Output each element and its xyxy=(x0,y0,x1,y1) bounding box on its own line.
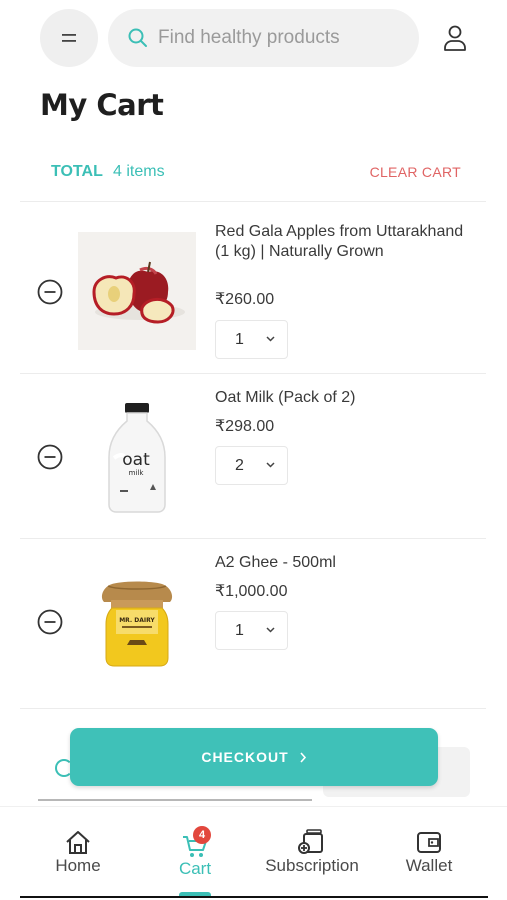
hamburger-icon xyxy=(62,34,76,42)
product-price: ₹1,000.00 xyxy=(215,583,288,600)
clear-cart-button[interactable]: CLEAR CART xyxy=(370,164,461,180)
search-icon xyxy=(128,28,147,47)
cart-count-badge: 4 xyxy=(193,826,211,844)
quantity-value: 1 xyxy=(235,330,244,348)
nav-wallet-label: Wallet xyxy=(405,856,453,875)
chevron-right-icon xyxy=(300,751,306,763)
cart-summary: TOTAL 4 items CLEAR CART xyxy=(51,161,461,183)
divider xyxy=(20,538,486,539)
search-input[interactable] xyxy=(158,27,398,49)
product-name[interactable]: Red Gala Apples from Uttarakhand (1 kg) … xyxy=(215,222,465,261)
nav-subscription-label: Subscription xyxy=(265,856,359,875)
search-bar[interactable] xyxy=(108,9,419,67)
quantity-value: 1 xyxy=(235,621,244,639)
scroll-indicator xyxy=(38,799,312,801)
nav-cart-label: Cart xyxy=(178,859,212,878)
divider xyxy=(20,373,486,374)
quantity-value: 2 xyxy=(235,456,244,474)
milk-brand-text: oat xyxy=(122,450,150,470)
product-price: ₹260.00 xyxy=(215,291,275,308)
checkout-label: CHECKOUT xyxy=(201,749,289,765)
oat-milk-product-image[interactable]: oat milk xyxy=(78,398,196,516)
remove-item-icon[interactable] xyxy=(37,444,63,470)
remove-item-icon[interactable] xyxy=(37,609,63,635)
nav-home-label: Home xyxy=(55,856,101,875)
quantity-select[interactable]: 1 xyxy=(215,611,288,650)
nav-cart[interactable]: Cart xyxy=(140,807,250,897)
remove-item-icon[interactable] xyxy=(37,279,63,305)
menu-button[interactable] xyxy=(40,9,98,67)
nav-wallet[interactable]: Wallet xyxy=(374,807,484,897)
total-label: TOTAL xyxy=(51,163,103,180)
divider xyxy=(20,201,486,202)
milk-sub-text: milk xyxy=(129,469,145,477)
chevron-down-icon xyxy=(266,336,275,342)
product-price: ₹298.00 xyxy=(215,418,275,435)
product-name[interactable]: Oat Milk (Pack of 2) xyxy=(215,388,465,408)
divider xyxy=(20,708,486,709)
nav-subscription[interactable]: Subscription xyxy=(256,807,368,897)
home-icon xyxy=(66,831,90,854)
ghee-brand-text: MR. DAIRY xyxy=(119,617,155,624)
chevron-down-icon xyxy=(266,462,275,468)
product-name[interactable]: A2 Ghee - 500ml xyxy=(215,553,465,573)
checkout-button[interactable]: CHECKOUT xyxy=(70,728,438,786)
subscription-icon xyxy=(298,829,323,854)
quantity-select[interactable]: 2 xyxy=(215,446,288,485)
wallet-icon xyxy=(417,832,441,853)
apples-product-image[interactable] xyxy=(78,232,196,350)
quantity-select[interactable]: 1 xyxy=(215,320,288,359)
home-indicator-line xyxy=(20,896,488,898)
user-icon[interactable] xyxy=(441,24,469,52)
chevron-down-icon xyxy=(266,627,275,633)
bottom-nav: Home Cart Subscription Wallet xyxy=(0,806,507,900)
page-title: My Cart xyxy=(40,88,164,122)
item-count: 4 items xyxy=(113,163,165,180)
nav-home[interactable]: Home xyxy=(23,807,133,897)
ghee-product-image[interactable]: MR. DAIRY xyxy=(78,568,196,686)
